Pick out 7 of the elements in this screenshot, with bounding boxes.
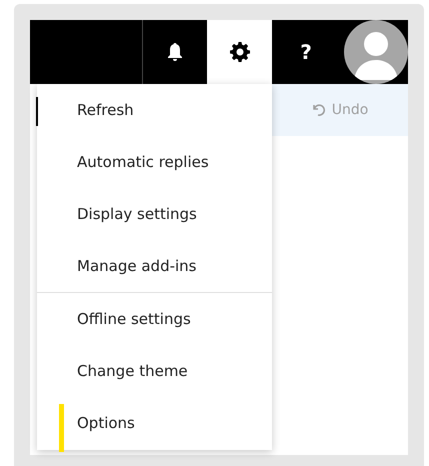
menu-item[interactable]: Offline settings <box>37 293 272 345</box>
menu-item[interactable]: Display settings <box>37 188 272 240</box>
menu-item[interactable]: Options <box>37 397 272 449</box>
menu-item[interactable]: Automatic replies <box>37 136 272 188</box>
menu-item[interactable]: Manage add-ins <box>37 240 272 292</box>
menu-item[interactable]: Refresh <box>37 84 272 136</box>
menu-item[interactable]: Change theme <box>37 345 272 397</box>
